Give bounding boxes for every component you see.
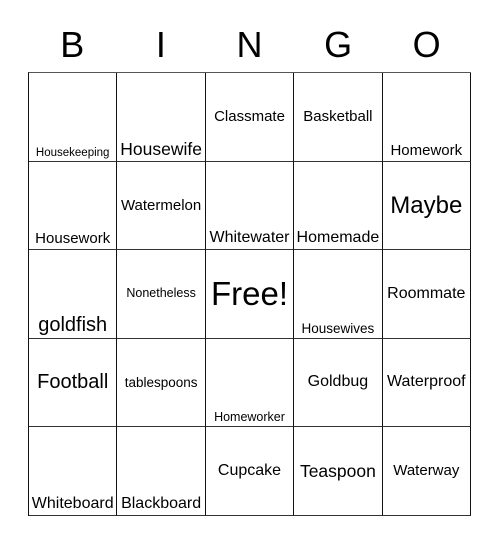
bingo-cell-label: Homeworker [214,410,285,425]
bingo-cell-label: Housekeeping [35,146,110,159]
bingo-cell-r5c3[interactable]: Cupcake [205,427,295,516]
bingo-header-letter-b: B [60,24,85,65]
bingo-cell-r2c3[interactable]: Whitewater [205,161,295,251]
bingo-cell-r4c2[interactable]: tablespoons [117,338,206,428]
bingo-cell-label: Waterproof [387,373,466,391]
bingo-cell-label: goldfish [38,313,108,336]
bingo-cell-r3c5[interactable]: Roommate [382,250,471,339]
bingo-header: BINGO [28,18,471,72]
bingo-cell-r1c3[interactable]: Classmate [205,73,295,162]
bingo-cell-label: Teaspoon [299,461,376,481]
bingo-cell-label: Basketball [303,107,373,125]
bingo-cell-free-space[interactable]: Free! [205,250,295,339]
bingo-cell-label: Football [37,371,109,394]
bingo-cell-label: Maybe [390,191,463,219]
bingo-header-letter-g: G [324,24,353,65]
bingo-cell-r1c1[interactable]: Housekeeping [29,73,118,162]
bingo-cell-label: Homemade [296,229,380,247]
bingo-cell-r4c3[interactable]: Homeworker [205,338,295,428]
bingo-cell-r4c5[interactable]: Waterproof [382,338,471,428]
bingo-cell-r5c2[interactable]: Blackboard [117,427,206,516]
bingo-cell-label: Whitewater [209,229,290,247]
bingo-header-letter-o: O [412,24,441,65]
bingo-cell-r4c1[interactable]: Football [29,338,118,428]
bingo-cell-r2c2[interactable]: Watermelon [117,161,206,251]
bingo-cell-r3c2[interactable]: Nonetheless [117,250,206,339]
bingo-cell-r2c5[interactable]: Maybe [382,161,471,251]
bingo-cell-label: Free! [210,274,288,312]
bingo-cell-label: Blackboard [121,495,202,513]
bingo-cell-r2c4[interactable]: Homemade [294,161,383,251]
bingo-cell-label: tablespoons [124,374,198,390]
bingo-header-letter-i: I [155,24,166,65]
bingo-cell-label: Cupcake [217,461,282,479]
bingo-cell-label: Homework [390,141,463,159]
bingo-cell-r1c5[interactable]: Homework [382,73,471,162]
bingo-cell-label: Nonetheless [126,286,196,301]
bingo-cell-r1c2[interactable]: Housewife [117,73,206,162]
bingo-cell-r2c1[interactable]: Housework [29,161,118,251]
bingo-cell-r3c4[interactable]: Housewives [294,250,383,339]
bingo-cell-label: Watermelon [120,196,202,214]
bingo-cell-label: Goldbug [307,373,369,391]
bingo-cell-r3c1[interactable]: goldfish [29,250,118,339]
bingo-cell-label: Housewives [301,320,375,336]
bingo-cell-label: Housewife [120,139,202,160]
bingo-cell-r1c4[interactable]: Basketball [294,73,383,162]
bingo-grid: Housekeeping Housewife Classmate Basketball… [28,72,471,516]
bingo-cell-r5c4[interactable]: Teaspoon [294,427,383,516]
bingo-cell-label: Roommate [387,284,466,302]
bingo-cell-label: Classmate [214,107,285,125]
bingo-card: B I N G O Housekeeping Housewife Classmate Bask… [0,0,500,544]
bingo-header-letter-n: N [236,24,263,65]
bingo-cell-r5c1[interactable]: Whiteboard [29,427,118,516]
bingo-cell-label: Whiteboard [31,495,114,513]
bingo-cell-r5c5[interactable]: Waterway [382,427,471,516]
bingo-cell-label: Housework [35,230,111,248]
bingo-cell-r4c4[interactable]: Goldbug [294,338,383,428]
bingo-cell-label: Waterway [393,462,460,480]
